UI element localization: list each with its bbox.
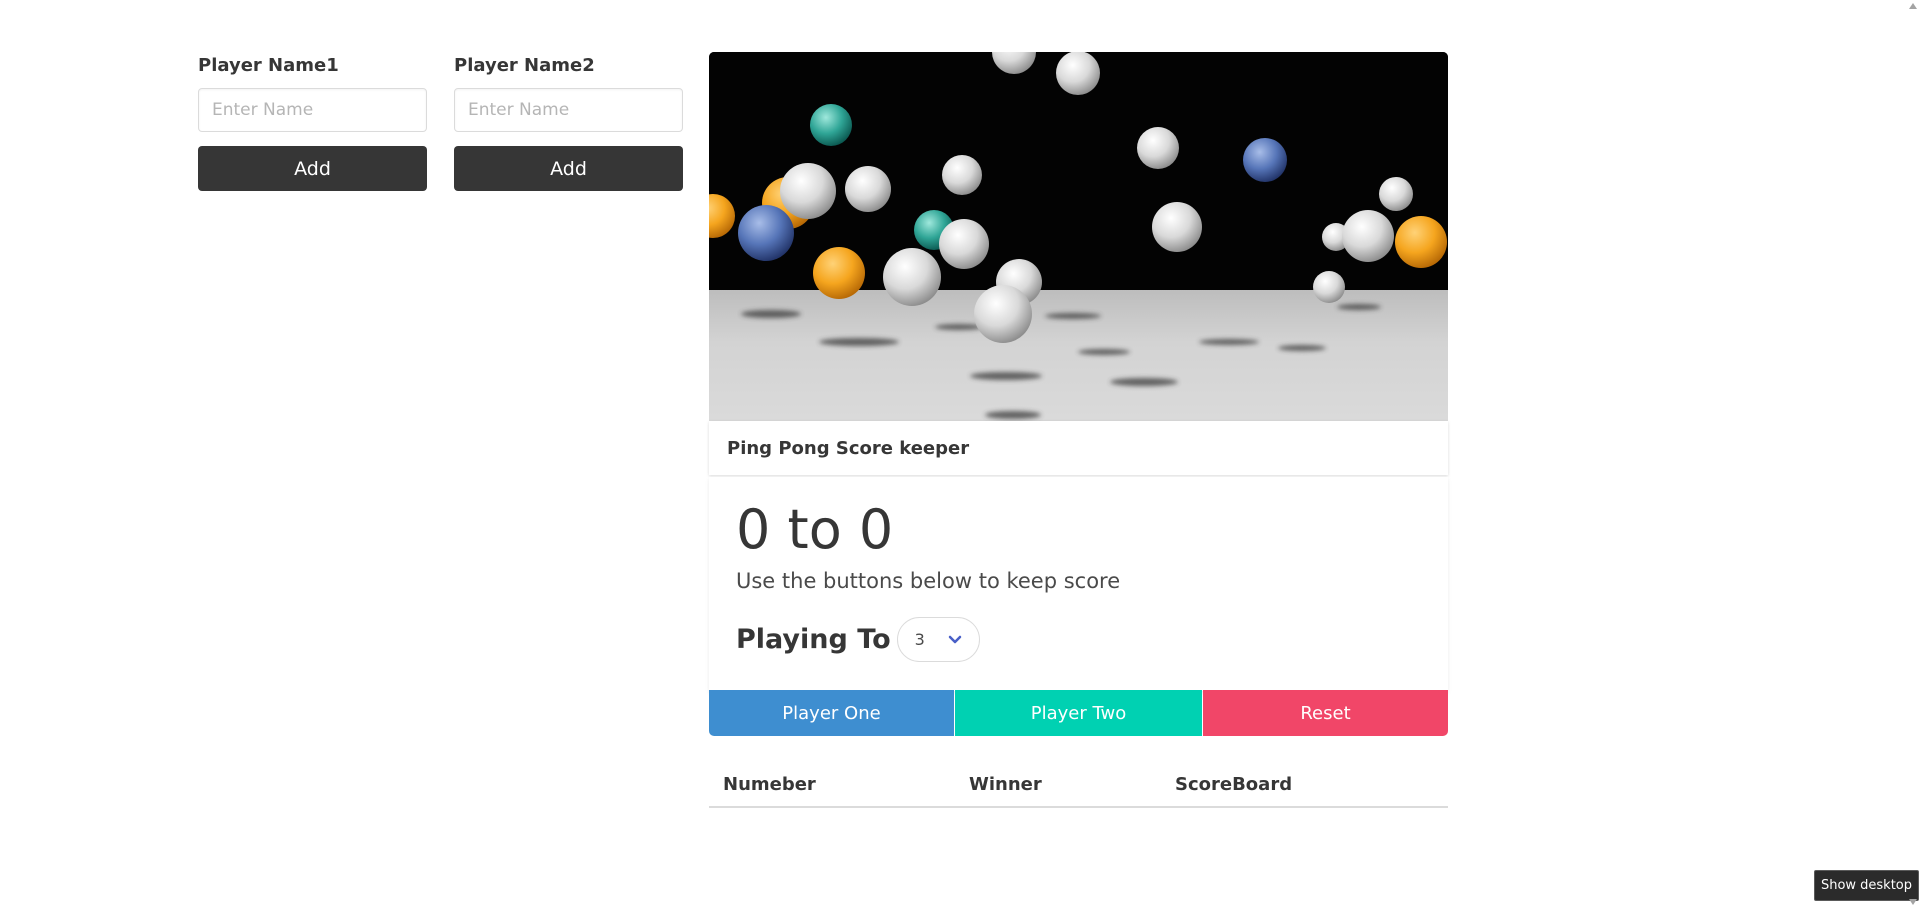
score-display: 0 to 0 bbox=[736, 498, 894, 561]
card-title: Ping Pong Score keeper bbox=[727, 437, 970, 459]
player2-name-label: Player Name2 bbox=[454, 55, 595, 76]
scroll-up-arrow-icon[interactable] bbox=[1907, 0, 1919, 12]
scroll-down-arrow-icon[interactable] bbox=[1907, 896, 1919, 908]
card-header: Ping Pong Score keeper bbox=[709, 421, 1448, 475]
column-header-winner: Winner bbox=[969, 774, 1042, 795]
score-subtitle: Use the buttons below to keep score bbox=[736, 569, 1121, 593]
table-header: Numeber Winner ScoreBoard bbox=[709, 766, 1448, 808]
reset-button[interactable]: Reset bbox=[1203, 690, 1448, 736]
score-card: Ping Pong Score keeper 0 to 0 Use the bu… bbox=[709, 52, 1448, 736]
ping-pong-balls-image bbox=[709, 52, 1448, 421]
playing-to-row: Playing To 3 bbox=[736, 617, 980, 662]
player1-form: Player Name1 Add bbox=[198, 52, 427, 191]
history-table: Numeber Winner ScoreBoard bbox=[709, 766, 1448, 808]
player2-name-input[interactable] bbox=[454, 88, 683, 132]
card-content: 0 to 0 Use the buttons below to keep sco… bbox=[709, 477, 1448, 691]
column-header-scoreboard: ScoreBoard bbox=[1175, 774, 1293, 795]
player-two-button[interactable]: Player Two bbox=[955, 690, 1202, 736]
player1-name-label: Player Name1 bbox=[198, 55, 339, 76]
show-desktop-tooltip: Show desktop bbox=[1814, 870, 1919, 901]
player2-form: Player Name2 Add bbox=[454, 52, 683, 191]
player1-name-input[interactable] bbox=[198, 88, 427, 132]
playing-to-value: 3 bbox=[914, 630, 925, 649]
player2-add-button[interactable]: Add bbox=[454, 146, 683, 191]
playing-to-select[interactable]: 3 bbox=[896, 617, 980, 662]
player1-add-button[interactable]: Add bbox=[198, 146, 427, 191]
score-buttons: Player One Player Two Reset bbox=[709, 690, 1448, 736]
column-header-number: Numeber bbox=[723, 774, 816, 795]
playing-to-label: Playing To bbox=[736, 624, 891, 655]
player-one-button[interactable]: Player One bbox=[709, 690, 954, 736]
chevron-down-icon bbox=[948, 635, 961, 644]
